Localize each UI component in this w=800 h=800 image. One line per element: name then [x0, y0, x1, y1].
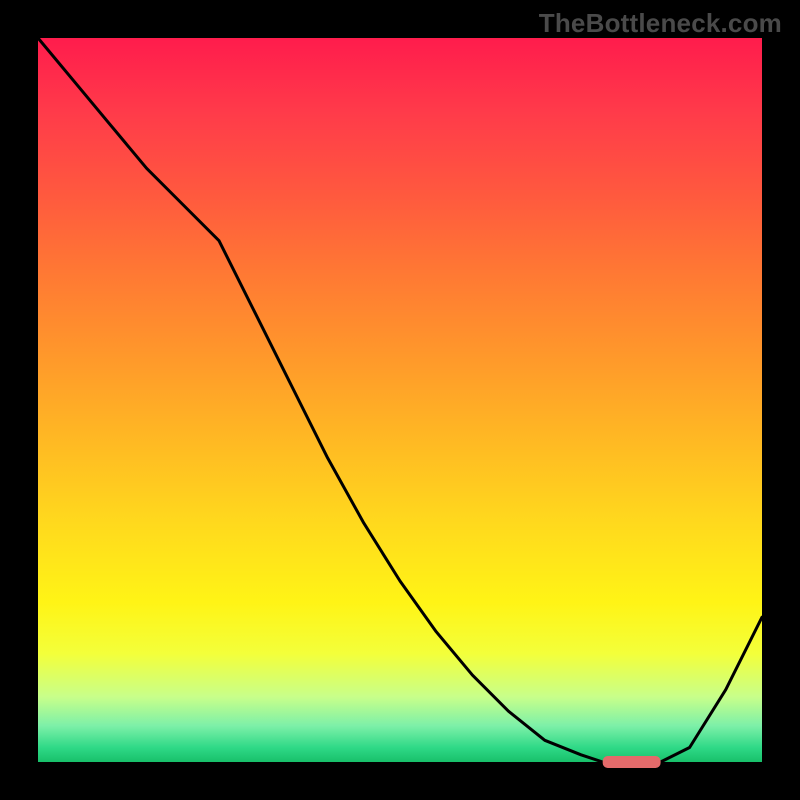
plot-area	[38, 38, 762, 762]
watermark-text: TheBottleneck.com	[539, 8, 782, 39]
bottleneck-curve-path	[38, 38, 762, 762]
curve-svg	[38, 38, 762, 762]
flat-marker	[603, 756, 661, 768]
chart-frame: TheBottleneck.com	[0, 0, 800, 800]
